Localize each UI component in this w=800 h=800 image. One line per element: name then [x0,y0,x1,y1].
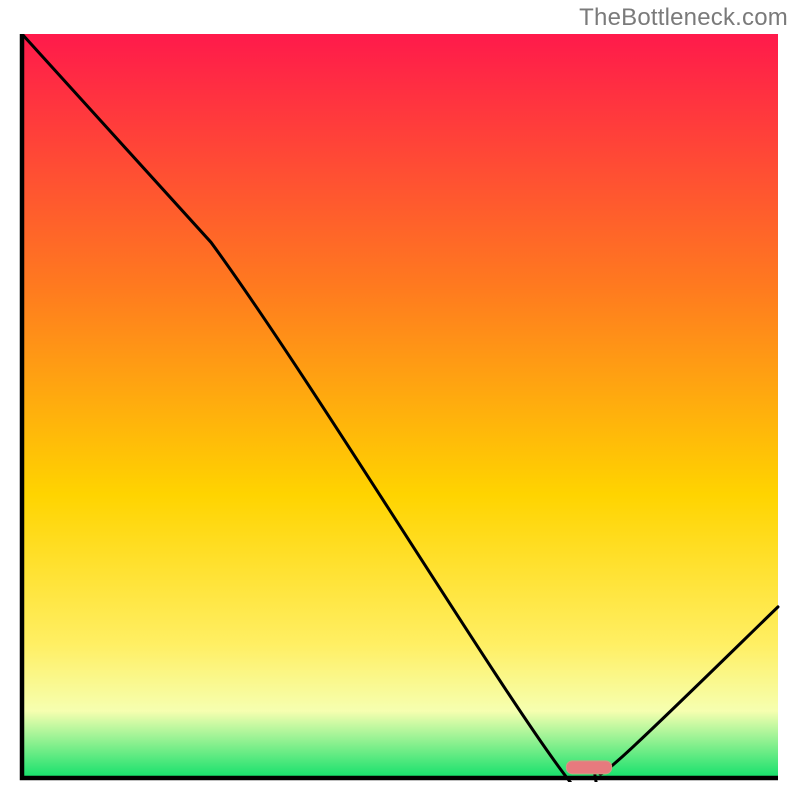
optimal-marker [566,761,611,774]
gradient-background [22,34,778,778]
plot-area [18,34,782,782]
watermark-text: TheBottleneck.com [579,4,788,32]
bottleneck-chart [18,34,782,782]
chart-stage: TheBottleneck.com [0,0,800,800]
